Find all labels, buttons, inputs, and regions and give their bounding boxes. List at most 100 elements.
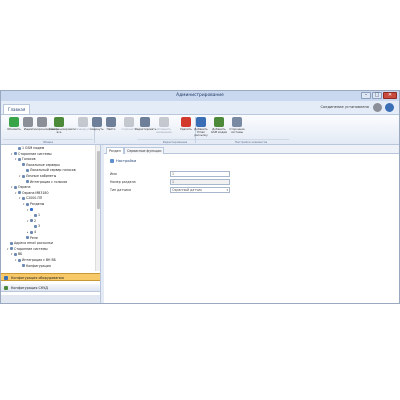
tree-node-label: ВБ	[18, 252, 23, 257]
tree-node[interactable]: Локальный сервер голосов	[23, 168, 76, 173]
tree-node-icon	[26, 202, 29, 206]
section-number-value: 1	[172, 180, 175, 184]
add-email-button[interactable]: Добавить Email рассылку	[191, 117, 211, 137]
tree-node[interactable]: ▾ Охрана МВ3180	[15, 191, 48, 196]
tree-node[interactable]: ▾ Личные кабинеты	[19, 174, 56, 179]
tree-node[interactable]: ▾ С2000-ПП	[19, 196, 42, 201]
help-user-icon[interactable]	[373, 103, 382, 112]
tree-node-icon	[10, 241, 13, 245]
tree-node-icon	[18, 157, 21, 161]
tree-node-label: Личные кабинеты	[26, 174, 57, 178]
tab-home[interactable]: Главная	[3, 104, 31, 114]
content-tab-bar: Раздел Сервисные функции	[104, 145, 399, 154]
add-gsm-button[interactable]: Добавить GSM модем	[209, 117, 229, 137]
tree-node-icon	[22, 196, 25, 200]
find-icon	[106, 117, 116, 127]
tree-node[interactable]: Конфигурация	[19, 264, 51, 269]
tree-node[interactable]: ▾ Сторонние системы	[7, 247, 48, 252]
tree-node-label: Сторонние системы	[18, 151, 52, 156]
name-input[interactable]: 1	[170, 171, 230, 177]
field-name-label: Имя	[110, 172, 117, 176]
tree-node[interactable]: Локальные серверы	[19, 163, 60, 168]
hardware-icon	[4, 276, 8, 280]
tree-node-label: Разделы	[30, 202, 45, 206]
tree-node[interactable]: 3	[31, 224, 40, 229]
ribbon-button-label: Редактировать	[135, 127, 157, 131]
tree-node[interactable]: ▾ Голосов	[15, 157, 35, 162]
tree-node-icon	[18, 146, 21, 150]
ribbon-button-label: Найти	[106, 127, 116, 131]
tree-node[interactable]: ▾ Интеграция с ВН ВБ	[15, 258, 56, 263]
nav-footer	[1, 295, 100, 303]
sensor-type-value: Охранный датчик	[172, 188, 203, 192]
ribbon-button-label: Сторонние системы	[229, 127, 245, 134]
tree-node-label: 3	[38, 224, 41, 229]
tree-node[interactable]: ▾ Охрана	[11, 185, 30, 190]
tree-node-icon	[14, 152, 17, 156]
ribbon-button-label: Синхронизировать все	[49, 127, 76, 134]
title-bar: Администрирование – □ ✕	[1, 91, 399, 101]
section-number-input[interactable]: 1	[170, 179, 230, 185]
save-icon	[124, 117, 134, 127]
tree-node[interactable]: ▾ Сторонние системы	[11, 152, 52, 157]
nav-label: Конфигурация СКУД	[11, 286, 48, 290]
tree-node-label: Интеграция с голосов	[30, 179, 68, 184]
tree-node[interactable]: ▾ ВБ	[11, 252, 22, 257]
ribbon-button-label: Отменить изменения	[156, 127, 172, 134]
tree-node-icon	[26, 168, 29, 172]
tree-node[interactable]: 1	[31, 213, 40, 218]
edit-button[interactable]: Редактировать	[135, 117, 157, 137]
nav-hardware-configuration[interactable]: Конфигурация оборудования	[1, 273, 100, 281]
tree-scrollbar[interactable]	[95, 145, 100, 271]
ribbon-toolbar: Общие Редактирование Настройка элементов…	[1, 115, 399, 145]
sync-all-button[interactable]: Синхронизировать все	[49, 117, 76, 137]
tree-node[interactable]: ▸ 4	[27, 230, 36, 235]
tree-node-icon	[34, 213, 37, 217]
undo-button[interactable]: Отменить изменения	[154, 117, 174, 137]
tree-node-icon	[30, 219, 33, 223]
tab-section[interactable]: Раздел	[106, 147, 124, 154]
ribbon-group-editing: Редактирование	[137, 139, 213, 144]
tree-node-label: Адреса email рассылки	[14, 241, 53, 246]
tree-node[interactable]: Реле	[23, 236, 38, 241]
tree-node[interactable]: ▾ Разделы	[23, 202, 44, 207]
close-button[interactable]: ✕	[383, 92, 397, 99]
tree-node-label: Охрана	[18, 185, 31, 190]
add-gsm-icon	[214, 117, 224, 127]
left-panel: 1 GSM модем ▾ Сторонние системы ▾ Голосов Лок…	[1, 145, 101, 303]
connection-status: Соединение установлено	[320, 105, 369, 109]
tree-node-label: Локальный сервер голосов	[30, 168, 76, 173]
tree-node-label: 1 GSM модем	[22, 146, 45, 150]
tree-node-icon	[18, 191, 21, 195]
third-party-button[interactable]: Сторонние системы	[227, 117, 247, 137]
tab-service-functions[interactable]: Сервисные функции	[124, 147, 165, 154]
tree-node-label: Сторонние системы	[14, 246, 48, 251]
tree-node-icon	[22, 264, 25, 268]
tree-node-icon	[14, 185, 17, 189]
tree-node-icon	[30, 230, 33, 234]
third-party-icon	[232, 117, 242, 127]
tree-node-label: 4	[34, 230, 37, 234]
tree-node[interactable]: 1 GSM модем	[15, 146, 44, 151]
tree-node-label: Голосов	[22, 157, 36, 162]
settings-section-title: Настройки	[110, 159, 136, 163]
maximize-button[interactable]: □	[372, 92, 382, 99]
field-sensor-type-label: Тип датчика	[110, 188, 131, 192]
content-panel: Раздел Сервисные функции Настройки Имя 1…	[104, 145, 399, 303]
tree-node[interactable]: ▾ 2	[27, 219, 36, 224]
tree-node[interactable]: ▾	[27, 208, 34, 213]
tree-node-label: 2	[34, 218, 37, 223]
minimize-button[interactable]: –	[361, 92, 371, 99]
nav-access-control-configuration[interactable]: Конфигурация СКУД	[1, 284, 100, 292]
find-button[interactable]: Найти	[101, 117, 121, 137]
tree-node[interactable]: Адреса email рассылки	[7, 241, 53, 246]
nav-label: Конфигурация оборудования	[11, 276, 64, 280]
edit-icon	[140, 117, 150, 127]
tree-node-label: Реле	[30, 235, 38, 240]
tree-node-label: Интеграция с ВН ВБ	[22, 258, 56, 262]
tree-node[interactable]: Интеграция с голосов	[23, 180, 67, 185]
sensor-type-select[interactable]: Охранный датчик ▾	[170, 187, 230, 193]
scrollbar-thumb[interactable]	[97, 151, 100, 209]
ribbon-group-general: Общие	[3, 139, 93, 144]
help-icon[interactable]	[385, 103, 394, 112]
